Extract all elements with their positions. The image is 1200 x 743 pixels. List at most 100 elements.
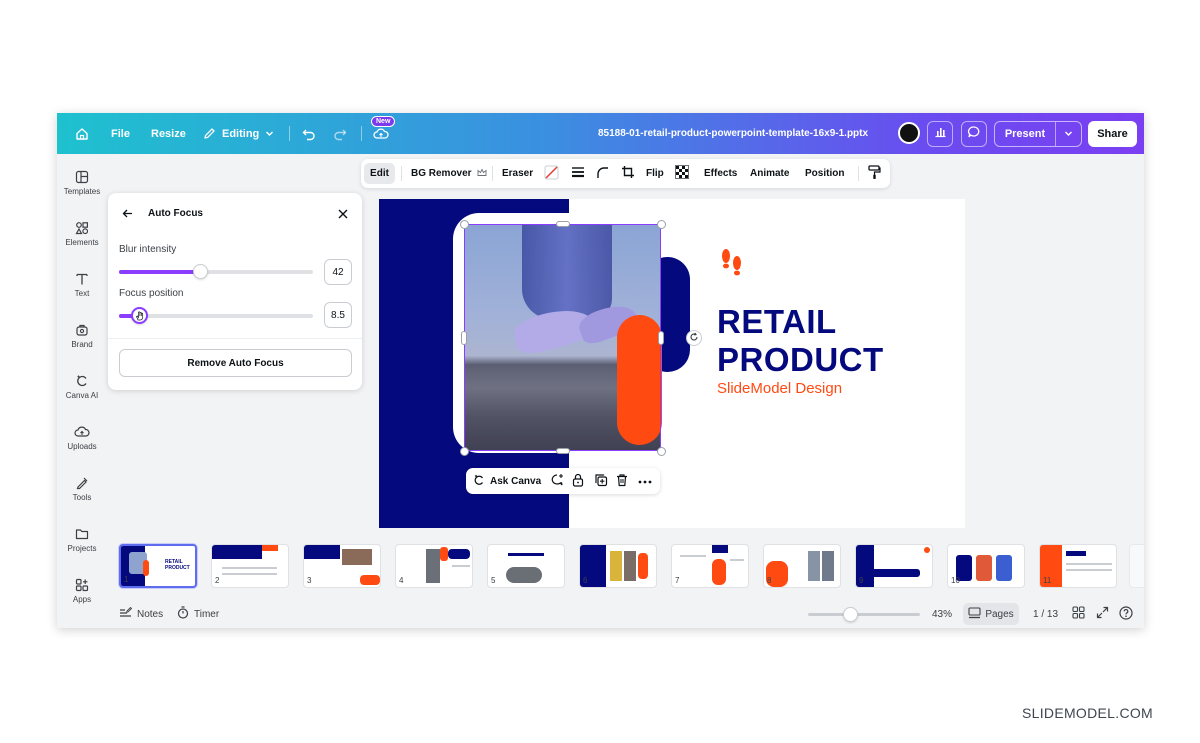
page-thumbnail[interactable]: 5 [487,544,565,588]
user-avatar[interactable] [898,122,920,144]
slide-title-line-1[interactable]: RETAIL [717,303,837,341]
page-thumbnail[interactable]: 9 [855,544,933,588]
focus-position-slider[interactable] [119,307,313,324]
page-thumbnail[interactable]: 11 [1039,544,1117,588]
share-button[interactable]: Share [1088,121,1137,147]
sidebar-item-tools[interactable]: Tools [57,476,107,502]
sidebar-item-text[interactable]: Text [57,272,107,298]
thumb-shape [1066,569,1112,571]
close-icon [337,207,349,224]
sidebar-item-elements[interactable]: Elements [57,221,107,247]
bar-chart-icon [934,125,947,143]
eraser-button[interactable]: Eraser [502,159,533,188]
border-style-button[interactable] [571,159,585,188]
help-button[interactable] [1119,600,1133,628]
sidebar-item-templates[interactable]: Templates [57,170,107,196]
no-color-button[interactable] [544,159,559,188]
comments-button[interactable] [961,121,987,147]
copy-style-button[interactable] [868,159,881,188]
resize-handle[interactable] [460,220,469,229]
page-thumbnail[interactable] [1129,544,1144,588]
notes-button[interactable]: Notes [119,600,163,628]
rotate-handle[interactable] [686,330,702,346]
slide-title-line-2[interactable]: PRODUCT [717,341,884,379]
slider-handle[interactable] [131,307,149,324]
file-menu[interactable]: File [111,113,130,154]
resize-handle[interactable] [556,448,570,454]
thumb-shape [712,545,728,553]
position-button[interactable]: Position [805,159,844,188]
present-button[interactable]: Present [995,122,1055,146]
edit-button[interactable]: Edit [364,163,395,184]
thumb-shape [448,549,470,559]
page-thumbnail[interactable]: RETAIL PRODUCT 1 [119,544,197,588]
transparency-button[interactable] [675,159,689,188]
resize-handle[interactable] [460,447,469,456]
blur-intensity-slider[interactable] [119,264,313,279]
zoom-slider-handle[interactable] [843,607,858,622]
present-options-button[interactable] [1056,122,1081,146]
sidebar-item-canva-ai[interactable]: Canva AI [57,374,107,400]
add-comment-button[interactable] [550,468,564,494]
thumb-shape [508,553,544,556]
page-counter[interactable]: 1 / 13 [1033,600,1058,628]
page-thumbnail[interactable]: 10 [947,544,1025,588]
thumb-shape [222,567,277,569]
delete-button[interactable] [616,468,628,494]
resize-handle[interactable] [658,331,664,345]
lock-button[interactable] [572,468,584,494]
grid-view-button[interactable] [1072,600,1085,628]
sidebar-item-uploads[interactable]: Uploads [57,425,107,451]
undo-button[interactable] [302,113,316,154]
resize-handle[interactable] [461,331,467,345]
animate-button[interactable]: Animate [750,159,789,188]
sidebar-item-label: Elements [65,238,99,247]
pages-button[interactable]: Pages [963,603,1019,625]
effects-button[interactable]: Effects [704,159,737,188]
page-thumbnail[interactable]: 8 [763,544,841,588]
duplicate-icon [594,473,608,490]
canva-editor-window: File Resize Editing New 85188-01-retail-… [57,113,1144,628]
duplicate-button[interactable] [594,468,608,494]
bg-remover-button[interactable]: BG Remover [411,159,487,188]
remove-auto-focus-button[interactable]: Remove Auto Focus [119,349,352,377]
resize-handle[interactable] [657,447,666,456]
zoom-level[interactable]: 43% [932,600,952,628]
ask-canva-button[interactable]: Ask Canva [473,468,541,494]
page-thumbnail[interactable]: 4 [395,544,473,588]
page-thumbnail[interactable]: 6 [579,544,657,588]
sidebar-item-brand[interactable]: Brand [57,323,107,349]
page-number: 8 [767,576,772,585]
flip-button[interactable]: Flip [646,159,664,188]
fullscreen-button[interactable] [1096,600,1109,628]
sidebar-item-label: Uploads [67,442,97,451]
resize-handle[interactable] [556,221,570,227]
corner-rounding-button[interactable] [596,159,609,188]
close-button[interactable] [337,207,349,225]
timer-button[interactable]: Timer [177,600,219,628]
divider [858,166,859,181]
page-number: 1 [124,575,129,584]
crop-button[interactable] [621,159,635,188]
zoom-slider[interactable] [808,613,920,616]
slide-subtitle[interactable]: SlideModel Design [717,380,842,397]
image-edit-toolbar: Edit BG Remover Eraser Flip Effects Anim… [361,159,890,188]
thumb-shape [1066,563,1112,565]
resize-handle[interactable] [657,220,666,229]
editing-mode-dropdown[interactable]: Editing [203,113,274,154]
focus-position-input[interactable]: 8.5 [324,302,352,328]
redo-button[interactable] [333,113,347,154]
resize-menu[interactable]: Resize [151,113,186,154]
page-thumbnail[interactable]: 2 [211,544,289,588]
pencil-icon [203,127,216,140]
page-thumbnail[interactable]: 7 [671,544,749,588]
blur-intensity-input[interactable]: 42 [324,259,352,285]
home-button[interactable] [75,113,89,154]
document-filename[interactable]: 85188-01-retail-product-powerpoint-templ… [598,113,868,154]
page-thumbnail[interactable]: 3 [303,544,381,588]
back-button[interactable] [121,207,134,225]
insights-button[interactable] [927,121,953,147]
projects-icon [57,527,107,541]
slider-handle[interactable] [193,264,209,279]
more-options-button[interactable] [638,468,652,494]
